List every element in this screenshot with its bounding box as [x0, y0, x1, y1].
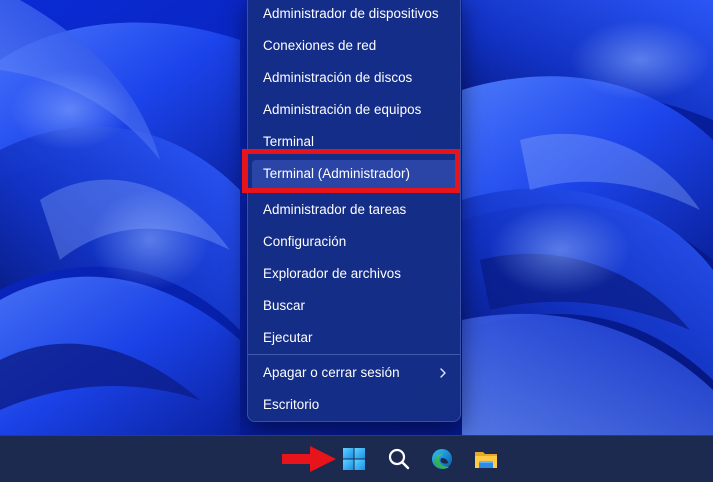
chevron-right-icon — [440, 368, 446, 378]
menu-item-label: Explorador de archivos — [263, 266, 402, 281]
menu-item-label: Configuración — [263, 234, 347, 249]
menu-item-label: Terminal — [263, 134, 314, 149]
menu-item-label: Administración de equipos — [263, 102, 422, 117]
menu-item-label: Administrador de tareas — [263, 202, 407, 217]
red-arrow-icon — [282, 446, 336, 472]
file-explorer-button[interactable] — [469, 442, 503, 476]
menu-item-task-manager[interactable]: Administrador de tareas — [252, 196, 458, 226]
edge-browser-icon — [432, 449, 452, 469]
menu-item-device-manager[interactable]: Administrador de dispositivos — [252, 0, 458, 30]
search-icon — [388, 448, 410, 470]
desktop: Administrador de dispositivos Conexiones… — [0, 0, 713, 482]
menu-item-run[interactable]: Ejecutar — [252, 324, 458, 354]
file-explorer-icon — [475, 452, 497, 468]
red-highlight-box — [242, 149, 460, 193]
edge-browser-button[interactable] — [425, 442, 459, 476]
menu-separator — [248, 354, 460, 355]
menu-item-disk-management[interactable]: Administración de discos — [252, 64, 458, 94]
menu-item-desktop[interactable]: Escritorio — [252, 391, 458, 421]
menu-item-settings[interactable]: Configuración — [252, 228, 458, 258]
menu-item-label: Conexiones de red — [263, 38, 377, 53]
menu-item-label: Apagar o cerrar sesión — [263, 365, 400, 380]
menu-item-computer-management[interactable]: Administración de equipos — [252, 96, 458, 126]
menu-item-label: Buscar — [263, 298, 305, 313]
windows-start-icon — [343, 448, 365, 470]
search-button[interactable] — [382, 442, 416, 476]
menu-item-label: Escritorio — [263, 397, 320, 412]
menu-item-search[interactable]: Buscar — [252, 292, 458, 322]
menu-item-label: Ejecutar — [263, 330, 313, 345]
menu-item-shutdown-signout[interactable]: Apagar o cerrar sesión — [252, 359, 458, 389]
power-user-menu: Administrador de dispositivos Conexiones… — [247, 0, 461, 422]
menu-item-label: Administración de discos — [263, 70, 413, 85]
menu-item-label: Administrador de dispositivos — [263, 6, 439, 21]
taskbar — [0, 435, 713, 482]
menu-item-network-connections[interactable]: Conexiones de red — [252, 32, 458, 62]
start-button[interactable] — [337, 442, 371, 476]
menu-item-file-explorer[interactable]: Explorador de archivos — [252, 260, 458, 290]
